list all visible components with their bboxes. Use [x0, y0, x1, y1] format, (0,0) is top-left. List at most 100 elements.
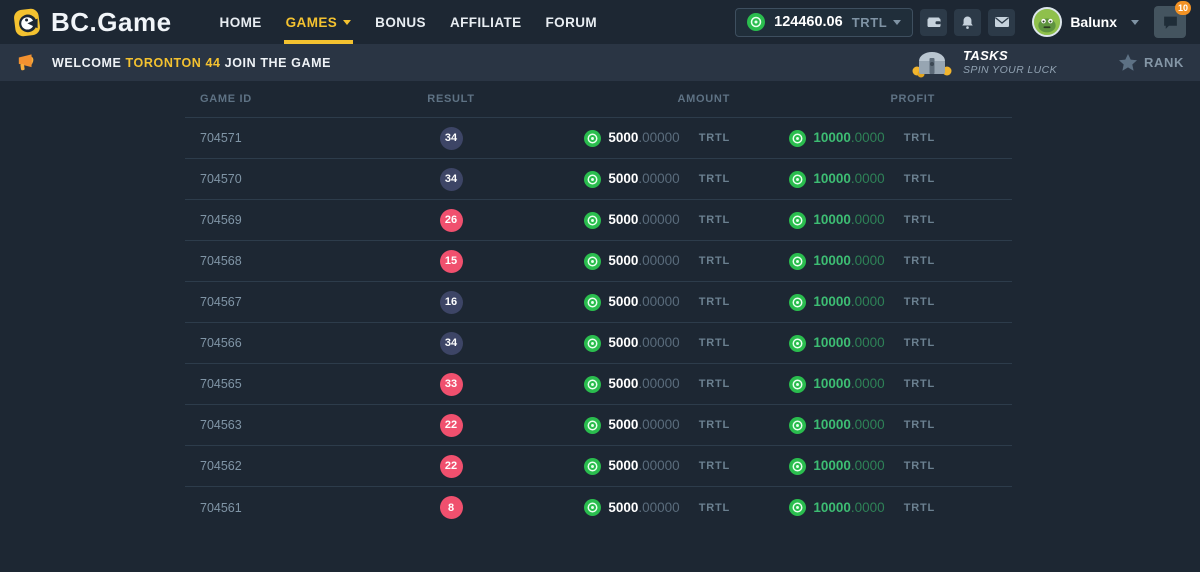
main-nav: HOME GAMES BONUS AFFILIATE FORUM [208, 0, 609, 44]
amount-currency: TRTL [699, 419, 730, 431]
table-row[interactable]: 704562 22 5000.00000 TRTL [185, 446, 1012, 487]
table-row[interactable]: 704565 33 5000.00000 TRTL [185, 364, 1012, 405]
result-badge: 16 [440, 291, 463, 314]
messages-button[interactable] [988, 9, 1015, 36]
game-id: 704562 [200, 459, 242, 473]
balance-amount: 124460.06 [774, 14, 843, 30]
welcome-username: TORONTON 44 [126, 56, 221, 70]
trtl-coin-icon [789, 417, 806, 434]
nav-forum[interactable]: FORUM [534, 0, 610, 44]
trtl-coin-icon [584, 335, 601, 352]
envelope-icon [994, 14, 1010, 30]
result-badge: 33 [440, 373, 463, 396]
profit-value: 10000.0000 TRTL [789, 252, 935, 270]
amount-currency: TRTL [699, 214, 730, 226]
game-id: 704561 [200, 501, 242, 515]
nav-affiliate[interactable]: AFFILIATE [438, 0, 534, 44]
amount-value: 5000.00000 TRTL [584, 457, 730, 475]
welcome-message: WELCOME TORONTON 44 JOIN THE GAME [16, 53, 331, 73]
user-menu[interactable]: Balunx [1032, 7, 1139, 37]
trtl-coin-icon [789, 376, 806, 393]
profit-currency: TRTL [904, 132, 935, 144]
rank-label: RANK [1144, 55, 1184, 70]
table-row[interactable]: 704563 22 5000.00000 TRTL [185, 405, 1012, 446]
game-id: 704571 [200, 131, 242, 145]
treasure-chest-icon [911, 48, 953, 78]
amount-value: 5000.00000 TRTL [584, 416, 730, 434]
trtl-coin-icon [584, 130, 601, 147]
brand-logo[interactable]: BC.Game [12, 6, 172, 39]
balance-selector[interactable]: 124460.06 TRTL [735, 8, 913, 37]
nav-home[interactable]: HOME [208, 0, 274, 44]
trtl-coin-icon [584, 376, 601, 393]
tasks-widget[interactable]: TASKS SPIN YOUR LUCK [911, 48, 1057, 78]
game-id: 704569 [200, 213, 242, 227]
column-header-profit: PROFIT [730, 93, 935, 105]
chat-button[interactable]: 10 [1154, 6, 1186, 38]
top-navigation-bar: BC.Game HOME GAMES BONUS AFFILIATE FORUM… [0, 0, 1200, 44]
header-right-controls: 124460.06 TRTL [735, 6, 1186, 38]
amount-value: 5000.00000 TRTL [584, 375, 730, 393]
game-id: 704563 [200, 418, 242, 432]
trtl-coin-icon [789, 335, 806, 352]
table-row[interactable]: 704567 16 5000.00000 TRTL [185, 282, 1012, 323]
trtl-coin-icon [584, 253, 601, 270]
star-icon [1119, 54, 1137, 71]
rank-widget[interactable]: RANK [1119, 54, 1184, 71]
bell-icon [960, 15, 975, 30]
notifications-button[interactable] [954, 9, 981, 36]
brand-name: BC.Game [51, 7, 172, 38]
profit-currency: TRTL [904, 460, 935, 472]
nav-bonus[interactable]: BONUS [363, 0, 438, 44]
amount-value: 5000.00000 TRTL [584, 252, 730, 270]
trtl-coin-icon [789, 130, 806, 147]
result-badge: 22 [440, 455, 463, 478]
chat-unread-badge: 10 [1175, 1, 1191, 15]
megaphone-icon [16, 53, 38, 73]
profit-currency: TRTL [904, 337, 935, 349]
table-row[interactable]: 704566 34 5000.00000 TRTL [185, 323, 1012, 364]
profit-currency: TRTL [904, 173, 935, 185]
amount-currency: TRTL [699, 460, 730, 472]
game-id: 704565 [200, 377, 242, 391]
result-badge: 22 [440, 414, 463, 437]
profit-currency: TRTL [904, 419, 935, 431]
trtl-coin-icon [584, 171, 601, 188]
chevron-down-icon [343, 20, 351, 25]
result-badge: 26 [440, 209, 463, 232]
amount-currency: TRTL [699, 173, 730, 185]
profit-currency: TRTL [904, 214, 935, 226]
trtl-coin-icon [789, 499, 806, 516]
tasks-subtitle: SPIN YOUR LUCK [963, 64, 1057, 76]
table-row[interactable]: 704570 34 5000.00000 TRTL [185, 159, 1012, 200]
announcement-banner: WELCOME TORONTON 44 JOIN THE GAME TASKS … [0, 44, 1200, 81]
table-row[interactable]: 704569 26 5000.00000 TRTL [185, 200, 1012, 241]
amount-value: 5000.00000 TRTL [584, 499, 730, 517]
profit-value: 10000.0000 TRTL [789, 129, 935, 147]
wallet-button[interactable] [920, 9, 947, 36]
trtl-coin-icon [584, 294, 601, 311]
amount-currency: TRTL [699, 337, 730, 349]
profit-value: 10000.0000 TRTL [789, 499, 935, 517]
table-row[interactable]: 704568 15 5000.00000 TRTL [185, 241, 1012, 282]
user-name: Balunx [1070, 14, 1117, 30]
nav-games[interactable]: GAMES [274, 0, 364, 44]
wallet-icon [926, 14, 942, 30]
table-row[interactable]: 704561 8 5000.00000 TRTL [185, 487, 1012, 528]
profit-currency: TRTL [904, 502, 935, 514]
trtl-coin-icon [789, 253, 806, 270]
table-row[interactable]: 704571 34 5000.00000 TRTL [185, 118, 1012, 159]
game-id: 704566 [200, 336, 242, 350]
profit-value: 10000.0000 TRTL [789, 416, 935, 434]
balance-currency: TRTL [852, 15, 902, 30]
trtl-coin-icon [584, 417, 601, 434]
amount-currency: TRTL [699, 255, 730, 267]
result-badge: 34 [440, 127, 463, 150]
tasks-title: TASKS [963, 49, 1057, 64]
result-badge: 34 [440, 168, 463, 191]
amount-value: 5000.00000 TRTL [584, 334, 730, 352]
amount-value: 5000.00000 TRTL [584, 129, 730, 147]
trtl-coin-icon [789, 171, 806, 188]
amount-currency: TRTL [699, 502, 730, 514]
profit-value: 10000.0000 TRTL [789, 375, 935, 393]
